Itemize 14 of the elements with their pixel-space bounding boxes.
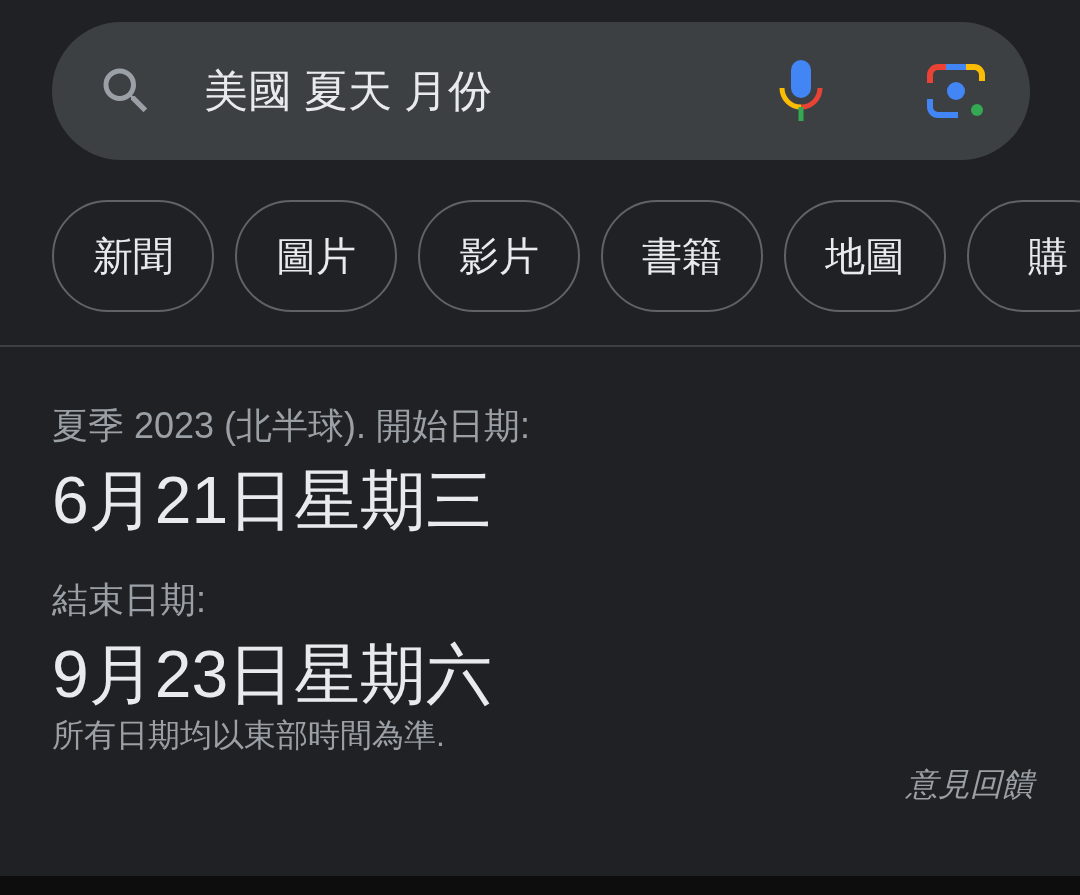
filter-chip[interactable]: 書籍	[601, 200, 763, 312]
search-query[interactable]: 美國 夏天 月份	[204, 58, 776, 124]
start-date: 6月21日星期三	[52, 462, 494, 539]
filter-chip[interactable]: 新聞	[52, 200, 214, 312]
timezone-note: 所有日期均以東部時間為準.	[52, 716, 446, 755]
camera-icon[interactable]	[926, 61, 986, 121]
filter-chip[interactable]: 地圖	[784, 200, 946, 312]
filter-chip[interactable]: 影片	[418, 200, 580, 312]
end-date: 9月23日星期六	[52, 636, 494, 713]
filter-chip[interactable]: 圖片	[235, 200, 397, 312]
end-caption: 結束日期:	[52, 578, 207, 622]
search-bar[interactable]: 美國 夏天 月份	[52, 22, 1030, 160]
season-caption: 夏季 2023 (北半球). 開始日期:	[52, 404, 532, 448]
filter-chip[interactable]: 購	[967, 200, 1080, 312]
